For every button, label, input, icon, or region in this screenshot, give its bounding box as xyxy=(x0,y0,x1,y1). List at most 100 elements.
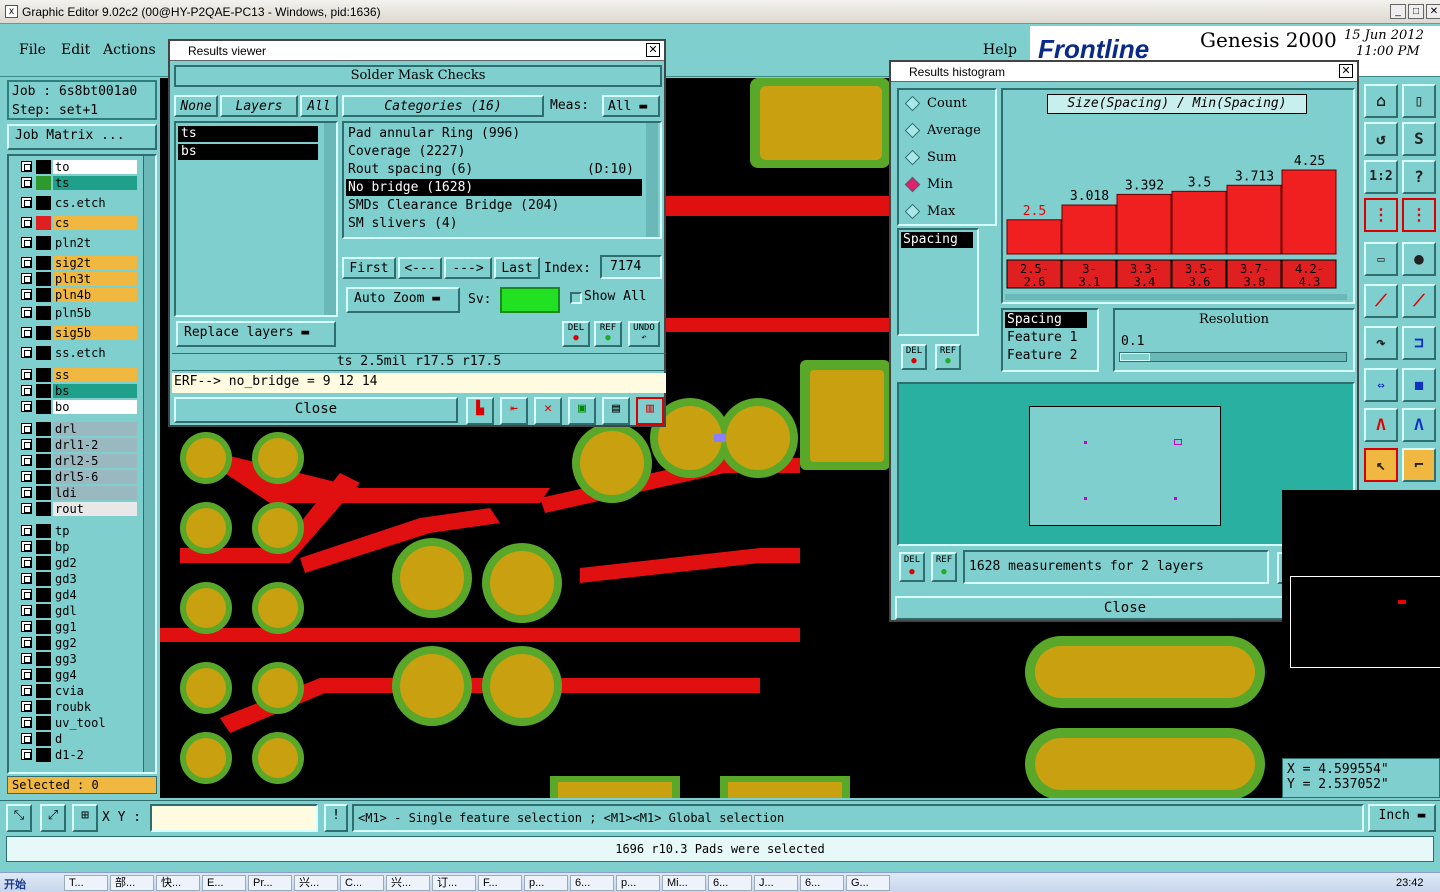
menu-help[interactable]: Help xyxy=(983,42,1017,58)
start-button[interactable]: 开始 xyxy=(4,876,26,892)
hist-del-button[interactable]: DEL ● xyxy=(901,344,927,370)
histogram-bar[interactable] xyxy=(1061,204,1117,255)
layer-checkbox[interactable] xyxy=(21,605,32,616)
layer-name[interactable]: drl5-6 xyxy=(53,470,137,484)
field-item[interactable]: Feature 2 xyxy=(1007,348,1077,363)
layer-color-swatch[interactable] xyxy=(36,306,51,320)
layer-name[interactable]: bo xyxy=(53,400,137,414)
layer-color-swatch[interactable] xyxy=(36,438,51,452)
taskbar-item[interactable]: Pr... xyxy=(248,875,292,891)
layer-name[interactable]: roubk xyxy=(53,700,137,714)
layer-name[interactable]: ss xyxy=(53,368,137,382)
layer-color-swatch[interactable] xyxy=(36,540,51,554)
layer-checkbox[interactable] xyxy=(21,471,32,482)
layer-name[interactable]: ldi xyxy=(53,486,137,500)
layer-name[interactable]: bs xyxy=(53,384,137,398)
categories-button[interactable]: Categories (16) xyxy=(342,95,544,117)
layer-name[interactable]: pln4b xyxy=(53,288,137,302)
layer-name[interactable]: rout xyxy=(53,502,137,516)
help-icon[interactable]: ? xyxy=(1402,160,1436,194)
layer-color-swatch[interactable] xyxy=(36,732,51,746)
line2-icon[interactable]: ⟋ xyxy=(1402,284,1436,318)
layer-color-swatch[interactable] xyxy=(36,400,51,414)
layer-checkbox[interactable] xyxy=(21,487,32,498)
layer-color-swatch[interactable] xyxy=(36,748,51,762)
histogram-bar[interactable] xyxy=(1116,193,1172,255)
layer-name[interactable]: ss.etch xyxy=(53,346,137,360)
layer-color-swatch[interactable] xyxy=(36,588,51,602)
layer-color-swatch[interactable] xyxy=(36,256,51,270)
layer-checkbox[interactable] xyxy=(21,733,32,744)
exit-icon[interactable]: ⇤ xyxy=(500,397,528,425)
scale-icon[interactable]: 1:2 xyxy=(1364,160,1398,194)
layers-button[interactable]: Layers xyxy=(220,95,298,117)
layer-color-swatch[interactable] xyxy=(36,652,51,666)
layer-checkbox[interactable] xyxy=(21,503,32,514)
taskbar-item[interactable]: Mi... xyxy=(662,875,706,891)
move-icon[interactable]: ⇔ xyxy=(1364,368,1398,402)
angle-icon[interactable]: Λ xyxy=(1364,408,1398,442)
layer-checkbox[interactable] xyxy=(21,573,32,584)
undo-button[interactable]: UNDO ↶ xyxy=(628,321,660,347)
mirror-icon[interactable]: S xyxy=(1402,122,1436,156)
category-item[interactable]: No bridge (1628) xyxy=(346,179,642,196)
layer-checkbox[interactable] xyxy=(21,589,32,600)
layer-checkbox[interactable] xyxy=(21,685,32,696)
layer-color-swatch[interactable] xyxy=(36,368,51,382)
layer-color-swatch[interactable] xyxy=(36,524,51,538)
grid-icon[interactable]: ⊞ xyxy=(72,804,98,832)
replace-layers-menu[interactable]: Replace layers ▬ xyxy=(176,321,336,347)
job-matrix-button[interactable]: Job Matrix ... xyxy=(7,124,157,150)
hist-ref-button[interactable]: REF ● xyxy=(935,344,961,370)
units-select[interactable]: Inch ▬ xyxy=(1368,804,1436,832)
layer-checkbox[interactable] xyxy=(21,653,32,664)
shapes-icon[interactable]: ◼ xyxy=(1402,368,1436,402)
layer-color-swatch[interactable] xyxy=(36,716,51,730)
layer-scrollbar[interactable] xyxy=(143,156,155,772)
layer-name[interactable]: drl1-2 xyxy=(53,438,137,452)
layer-checkbox[interactable] xyxy=(21,621,32,632)
erf-icon[interactable]: ✕ xyxy=(534,397,562,425)
layer-name[interactable]: d1-2 xyxy=(53,748,137,762)
preview-del-button[interactable]: DEL ● xyxy=(899,552,925,582)
layer-checkbox[interactable] xyxy=(21,289,32,300)
layer-name[interactable]: gd3 xyxy=(53,572,137,586)
layer-color-swatch[interactable] xyxy=(36,556,51,570)
taskbar-item[interactable]: 部... xyxy=(110,875,154,891)
layer-name[interactable]: gg4 xyxy=(53,668,137,682)
result-layer-item[interactable]: ts xyxy=(178,126,318,142)
resolution-slider[interactable] xyxy=(1119,352,1347,362)
layer-checkbox[interactable] xyxy=(21,669,32,680)
pan-icon[interactable]: ⤢ xyxy=(40,804,66,832)
layer-name[interactable]: pln2t xyxy=(53,236,137,250)
close-window-button[interactable]: ✕ xyxy=(1426,4,1440,19)
layer-checkbox[interactable] xyxy=(21,161,32,172)
preview-ref-button[interactable]: REF ● xyxy=(931,552,957,582)
maximize-button[interactable]: □ xyxy=(1408,4,1424,19)
first-button[interactable]: First xyxy=(342,257,396,279)
pad-icon[interactable]: ● xyxy=(1402,242,1436,276)
pointer-icon[interactable]: ↖ xyxy=(1364,448,1398,482)
frame-icon[interactable]: ▯ xyxy=(1402,84,1436,118)
measure-icon[interactable]: ▙ xyxy=(466,397,494,425)
auto-zoom-menu[interactable]: Auto Zoom ▬ xyxy=(346,287,460,313)
menu-edit[interactable]: Edit xyxy=(61,42,90,58)
show-all-checkbox[interactable] xyxy=(570,292,582,304)
layer-name[interactable]: gdl xyxy=(53,604,137,618)
ruler-icon[interactable]: ▭ xyxy=(1364,242,1398,276)
taskbar-item[interactable]: E... xyxy=(202,875,246,891)
rotate-icon[interactable]: ↺ xyxy=(1364,122,1398,156)
layer-checkbox[interactable] xyxy=(21,177,32,188)
last-button[interactable]: Last xyxy=(494,257,540,279)
layers-select-icon[interactable]: ⋮ xyxy=(1364,198,1398,232)
layer-color-swatch[interactable] xyxy=(36,604,51,618)
index-field[interactable]: 7174 xyxy=(600,255,662,279)
meas-select[interactable]: All ▬ xyxy=(602,95,660,117)
taskbar-item[interactable]: C... xyxy=(340,875,384,891)
taskbar-item[interactable]: 6... xyxy=(800,875,844,891)
histogram-scrollbar[interactable] xyxy=(1005,294,1347,300)
angle2-icon[interactable]: Λ xyxy=(1402,408,1436,442)
layer-checkbox[interactable] xyxy=(21,385,32,396)
none-button[interactable]: None xyxy=(174,95,218,117)
field-item[interactable]: Feature 1 xyxy=(1007,330,1077,345)
